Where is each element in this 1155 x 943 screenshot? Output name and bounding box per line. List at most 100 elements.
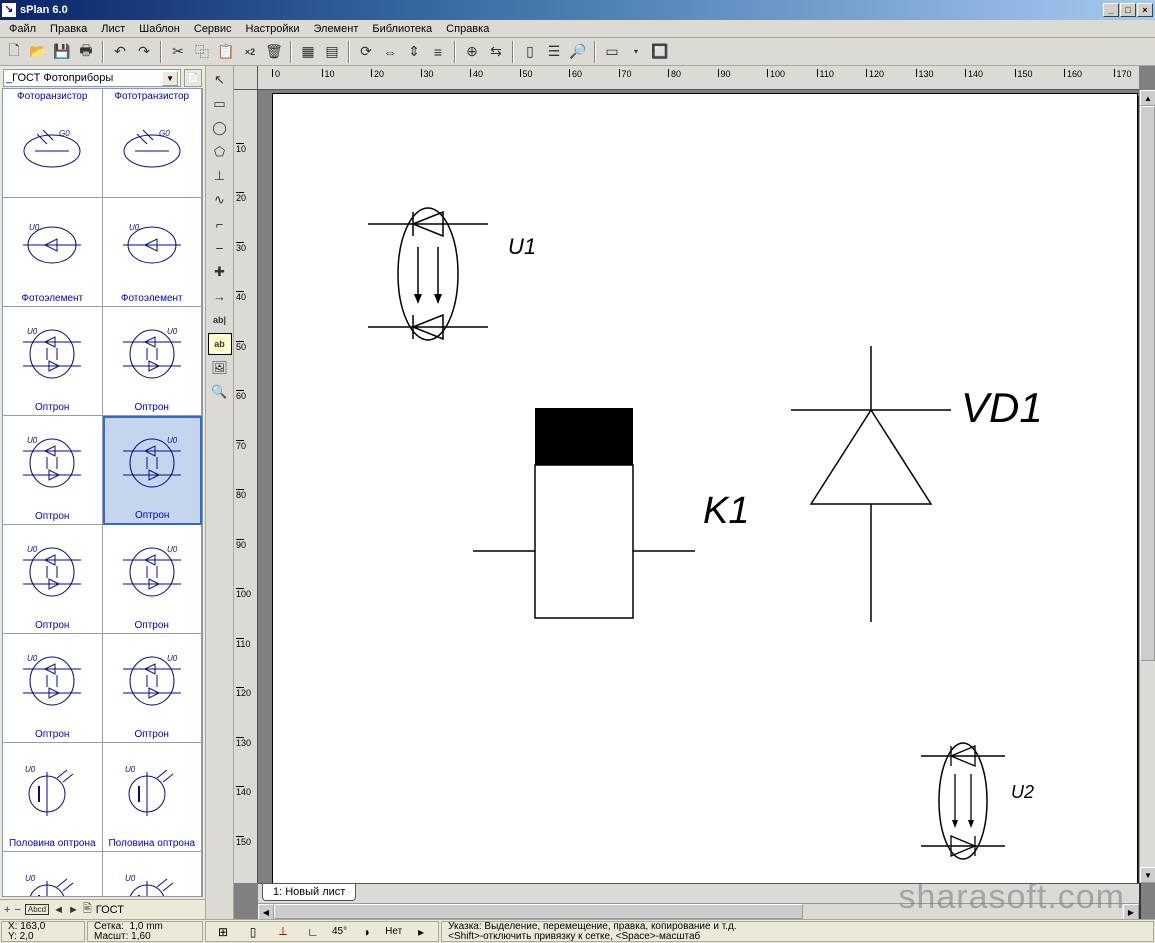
renumber-icon[interactable]: ⇆ (484, 40, 508, 64)
menu-template[interactable]: Шаблон (132, 21, 187, 37)
duplicate-icon[interactable]: ×2 (238, 40, 262, 64)
library-cell[interactable]: U0Оптрон (3, 634, 103, 743)
menu-service[interactable]: Сервис (187, 21, 239, 37)
ungroup-icon[interactable]: ▤ (320, 40, 344, 64)
menu-edit[interactable]: Правка (43, 21, 94, 37)
scroll-down-icon[interactable]: ▼ (1140, 867, 1155, 883)
align-icon[interactable]: ≡ (426, 40, 450, 64)
lib-right-icon[interactable]: ► (68, 904, 79, 916)
component-vd1[interactable] (771, 346, 971, 626)
rect-tool-icon[interactable]: ▭ (208, 93, 232, 115)
junction-tool-icon[interactable]: ✚ (208, 261, 232, 283)
label-k1[interactable]: K1 (703, 490, 749, 533)
library-cell[interactable]: U0Оптрон (3, 525, 103, 634)
snap-icon[interactable]: ◑ (355, 925, 377, 939)
pointer-tool-icon[interactable]: ↖ (208, 69, 232, 91)
vertical-scrollbar[interactable]: ▲ ▼ (1139, 90, 1155, 883)
menu-sheet[interactable]: Лист (94, 21, 132, 37)
horizontal-scrollbar[interactable]: ◀ ▶ (258, 903, 1139, 919)
text-tool-icon[interactable]: ab| (208, 309, 232, 331)
new-file-icon[interactable]: 🗋 (2, 40, 26, 64)
library-cell[interactable]: ФоторанзисторG0 (3, 89, 103, 198)
grid-icon[interactable]: ⊞ (212, 925, 234, 939)
zoom-tool-icon[interactable]: 🔍 (208, 381, 232, 403)
minimize-button[interactable]: _ (1103, 3, 1119, 17)
library-cell[interactable]: U0Половина оптрона (3, 852, 103, 897)
library-cell[interactable]: U0Оптрон (103, 634, 203, 743)
component-k1[interactable] (473, 408, 733, 658)
rect-icon[interactable]: ▯ (242, 925, 264, 939)
label-vd1[interactable]: VD1 (961, 384, 1043, 432)
arrow-icon[interactable]: ▸ (410, 925, 432, 939)
menu-file[interactable]: Файл (2, 21, 43, 37)
canvas-page[interactable]: U1 K1 VD1 (272, 93, 1138, 919)
shape-tool-icon[interactable]: ⬠ (208, 141, 232, 163)
lib-minus-icon[interactable]: − (14, 904, 20, 916)
redo-icon[interactable]: ↷ (132, 40, 156, 64)
label-u2[interactable]: U2 (1011, 782, 1034, 803)
library-cell[interactable]: U0Половина оптрона (103, 852, 203, 897)
library-add-button[interactable]: 📄 (184, 69, 202, 87)
library-cell[interactable]: U0Оптрон (3, 416, 103, 525)
lib-rename-icon[interactable]: Abcd (25, 904, 49, 915)
rotate-icon[interactable]: ⟳ (354, 40, 378, 64)
hscroll-thumb[interactable] (274, 904, 803, 919)
open-file-icon[interactable]: 📂 (26, 40, 50, 64)
cut-icon[interactable]: ✂ (166, 40, 190, 64)
mirror-v-icon[interactable]: ⇕ (402, 40, 426, 64)
menu-library[interactable]: Библиотека (365, 21, 439, 37)
library-cell[interactable]: ФототранзисторG0 (103, 89, 203, 198)
print-icon[interactable]: 🖶 (74, 40, 98, 64)
connector-icon[interactable]: ⊕ (460, 40, 484, 64)
search-icon[interactable]: 🔎 (566, 40, 590, 64)
library-cell[interactable]: U0Оптрон (103, 416, 203, 525)
scroll-right-icon[interactable]: ▶ (1123, 904, 1139, 919)
image-tool-icon[interactable]: 🖼 (208, 357, 232, 379)
ruler-icon[interactable]: ⟂ (272, 924, 294, 939)
vscroll-thumb[interactable] (1140, 106, 1155, 661)
copy-icon[interactable]: ⿻ (190, 40, 214, 64)
arrow-dd-icon[interactable]: ▾ (624, 40, 648, 64)
label-u1[interactable]: U1 (508, 234, 536, 260)
undo-icon[interactable]: ↶ (108, 40, 132, 64)
library-cell[interactable]: U0Оптрон (103, 307, 203, 416)
scroll-up-icon[interactable]: ▲ (1140, 90, 1155, 106)
angle-icon[interactable]: ∟ (302, 925, 324, 939)
lib-left-icon[interactable]: ◄ (53, 904, 64, 916)
library-select[interactable]: _ГОСТ Фотоприборы (3, 69, 181, 87)
paste-icon[interactable]: 📋 (214, 40, 238, 64)
wire-tool-icon[interactable]: ⎯ (208, 237, 232, 259)
mirror-h-icon[interactable]: ⇔ (378, 40, 402, 64)
tshape-tool-icon[interactable]: ⊥ (208, 165, 232, 187)
library-cell[interactable]: U0Фотоэлемент (103, 198, 203, 307)
polyline-tool-icon[interactable]: ⌐ (208, 213, 232, 235)
library-cell[interactable]: U0Фотоэлемент (3, 198, 103, 307)
scroll-left-icon[interactable]: ◀ (258, 904, 274, 919)
lib-group-icon[interactable]: 🖹 (83, 900, 92, 919)
maximize-button[interactable]: □ (1120, 3, 1136, 17)
textbox-tool-icon[interactable]: ab (208, 333, 232, 355)
library-cell[interactable]: U0Половина оптрона (103, 743, 203, 852)
zoom-window-icon[interactable]: 🔲 (648, 40, 672, 64)
library-cell[interactable]: U0Оптрон (3, 307, 103, 416)
sheet-tab-1[interactable]: 1: Новый лист (262, 884, 356, 901)
component-u1[interactable] (358, 184, 538, 364)
group-icon[interactable]: ▦ (296, 40, 320, 64)
trash-icon[interactable]: 🗑 (262, 40, 286, 64)
highlight-icon[interactable]: ▯ (518, 40, 542, 64)
circle-tool-icon[interactable]: ◯ (208, 117, 232, 139)
save-file-icon[interactable]: 💾 (50, 40, 74, 64)
menu-element[interactable]: Элемент (306, 21, 365, 37)
component-u2[interactable] (913, 726, 1033, 886)
lib-plus-icon[interactable]: + (4, 904, 10, 916)
close-button[interactable]: × (1137, 3, 1153, 17)
canvas-viewport[interactable]: U1 K1 VD1 (258, 90, 1139, 883)
list-icon[interactable]: ☰ (542, 40, 566, 64)
bezier-tool-icon[interactable]: ∿ (208, 189, 232, 211)
library-cell[interactable]: U0Оптрон (103, 525, 203, 634)
menu-help[interactable]: Справка (439, 21, 496, 37)
arrow-tool-icon[interactable]: → (208, 285, 232, 307)
library-cell[interactable]: U0Половина оптрона (3, 743, 103, 852)
menu-settings[interactable]: Настройки (239, 21, 307, 37)
page-icon[interactable]: ▭ (600, 40, 624, 64)
